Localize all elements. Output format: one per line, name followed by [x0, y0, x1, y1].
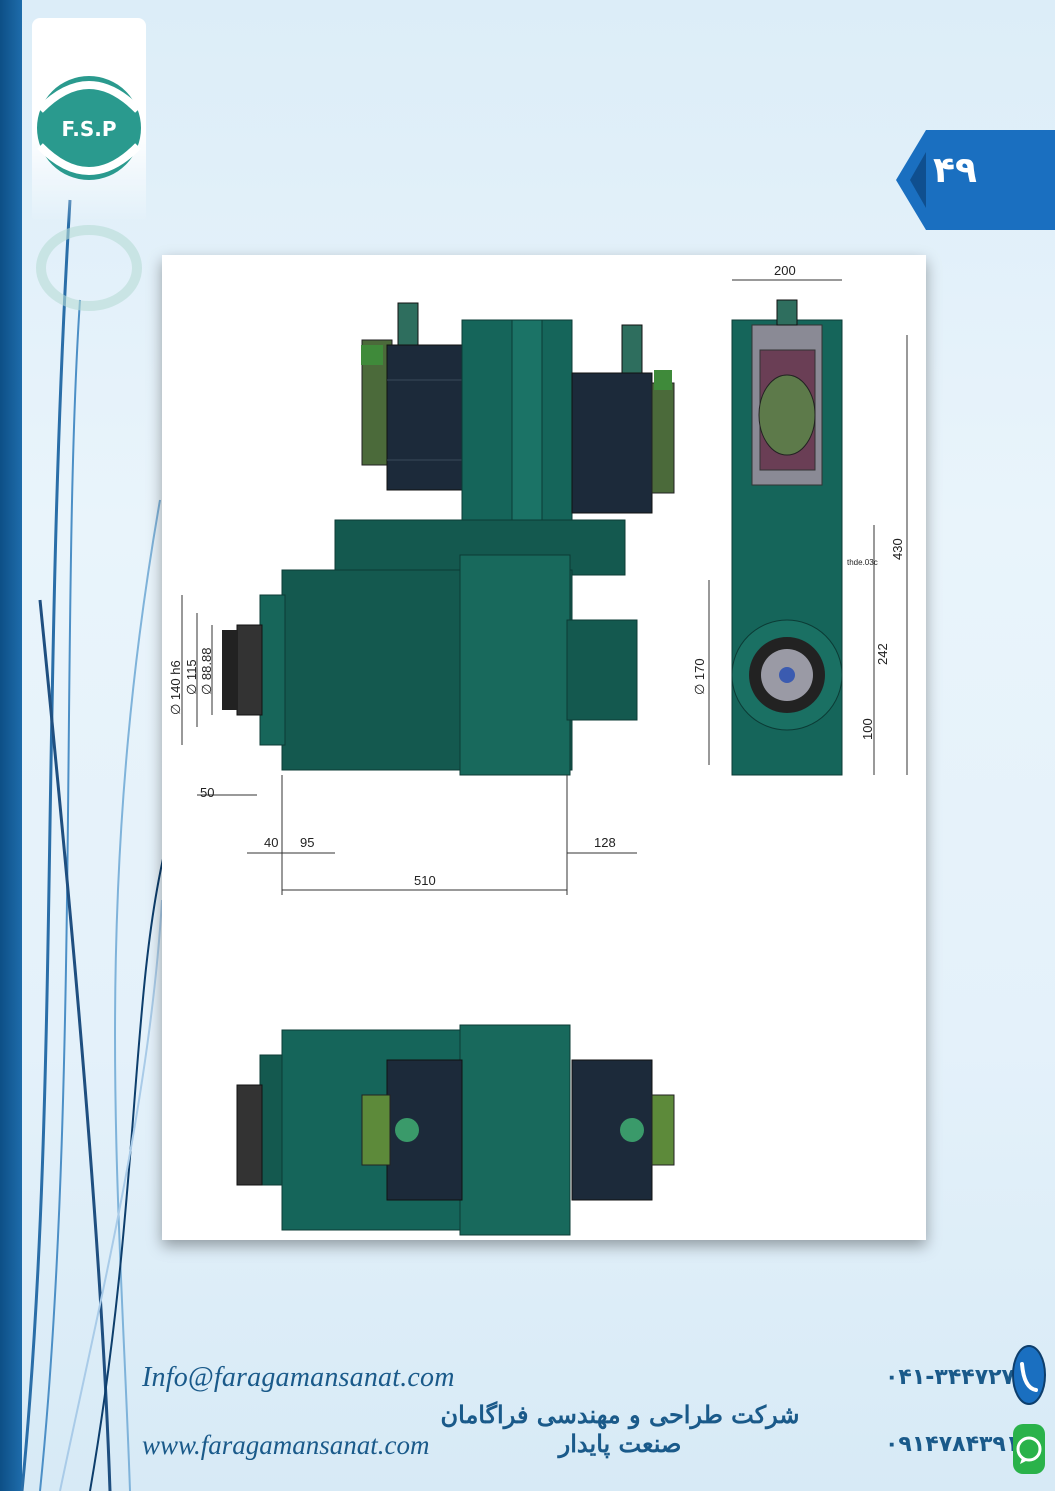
website-link[interactable]: www.faragamansanat.com [142, 1430, 430, 1461]
technical-drawing-card: ∅ 140 h6 ∅ 115 ∅ 88.88 50 40 95 128 510 [162, 255, 926, 1240]
logo-text: F.S.P [62, 117, 117, 141]
dim-height-430: 430 [890, 538, 905, 560]
dim-len-510: 510 [414, 873, 436, 888]
whatsapp-icon[interactable] [1012, 1420, 1046, 1478]
thread-note: thde.03c [847, 558, 878, 567]
phone-number[interactable]: ۰۴۱-۳۴۴۷۲۷۴۴ [885, 1365, 1042, 1390]
dim-len-95: 95 [300, 835, 314, 850]
front-view: ∅ 140 h6 ∅ 115 ∅ 88.88 50 40 95 128 510 [168, 302, 675, 895]
company-name: شرکت طراحی و مهندسی فراگامان صنعت پایدار [440, 1400, 800, 1458]
dim-width-200: 200 [774, 263, 796, 278]
dim-dia-88: ∅ 88.88 [199, 648, 214, 695]
dim-height-242: 242 [875, 643, 890, 665]
dim-len-50: 50 [200, 785, 214, 800]
dim-height-100: 100 [860, 718, 875, 740]
technical-drawing: ∅ 140 h6 ∅ 115 ∅ 88.88 50 40 95 128 510 [168, 263, 908, 1236]
dim-dia-140: ∅ 140 h6 [168, 660, 183, 715]
side-view: 200 430 242 100 ∅ 170 thde.03c [692, 263, 908, 776]
dim-dia-170: ∅ 170 [692, 658, 707, 695]
dim-len-40: 40 [264, 835, 278, 850]
fsp-logo: F.S.P [36, 76, 142, 311]
dim-len-128: 128 [594, 835, 616, 850]
mobile-number[interactable]: ۰۹۱۴۷۸۴۳۹۱۹ [885, 1432, 1033, 1457]
email-link[interactable]: Info@faragamansanat.com [142, 1362, 455, 1394]
phone-icon[interactable] [1012, 1344, 1046, 1406]
page-number: ۴۹ [933, 150, 977, 191]
dim-dia-115: ∅ 115 [184, 659, 199, 695]
top-view [236, 1024, 675, 1236]
